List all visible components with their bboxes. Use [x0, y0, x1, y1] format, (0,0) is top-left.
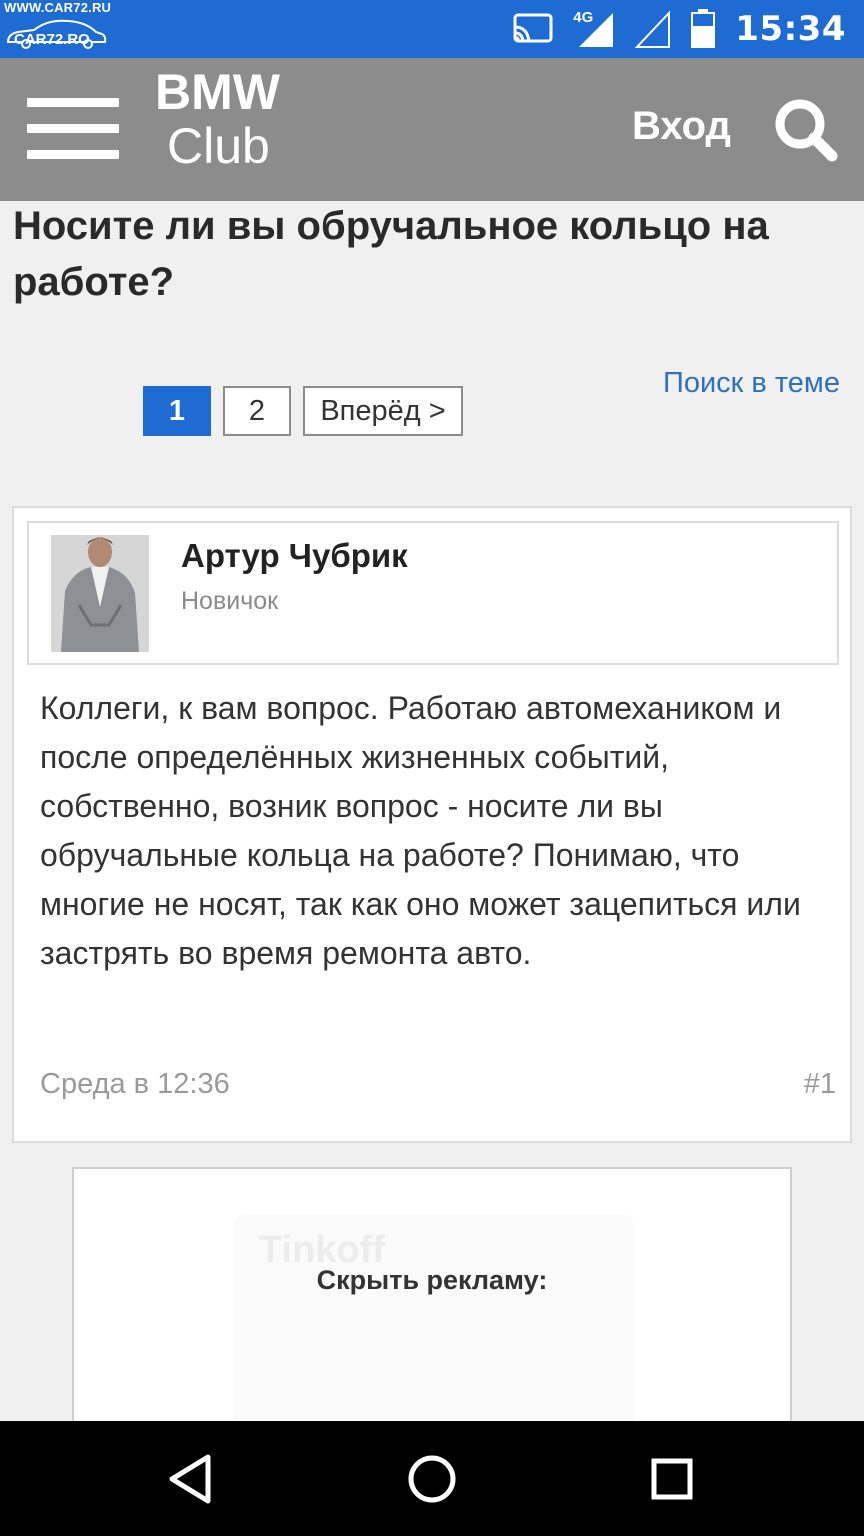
topic-title: Носите ли вы обручальное кольцо на работ…	[13, 204, 769, 304]
site-logo[interactable]: BMW Club	[155, 67, 280, 171]
clock: 15:34	[735, 9, 846, 49]
hide-ad-button[interactable]: Скрыть рекламу:	[74, 1265, 790, 1296]
menu-icon	[27, 98, 119, 107]
brand-line2: Club	[167, 118, 270, 174]
signal-empty-icon	[635, 10, 671, 48]
watermark-logo: CAR72.RO	[14, 31, 90, 48]
author-name[interactable]: Артур Чубрик	[181, 537, 408, 575]
brand-line1: BMW	[155, 64, 280, 120]
menu-button[interactable]	[27, 98, 119, 160]
post-body: Коллеги, к вам вопрос. Работаю автомехан…	[40, 690, 801, 971]
watermark-url: WWW.CAR72.RU	[4, 0, 112, 15]
post-date: Среда в 12:36	[40, 1068, 230, 1100]
search-icon[interactable]	[774, 98, 838, 162]
ad-block[interactable]: Tinkoff Скрыть рекламу:	[72, 1167, 792, 1427]
page-1-button[interactable]: 1	[143, 386, 211, 436]
post: Артур Чубрик Новичок Коллеги, к вам вопр…	[12, 506, 852, 1143]
cast-icon	[513, 13, 553, 43]
home-icon[interactable]	[404, 1451, 460, 1507]
battery-icon	[691, 9, 716, 48]
post-number-link[interactable]: #1	[804, 1068, 836, 1101]
network-type: 4G	[573, 9, 594, 26]
status-icons: 4G 15:34	[513, 6, 846, 52]
author-rank: Новичок	[181, 587, 279, 615]
navigation-bar	[0, 1421, 864, 1536]
avatar[interactable]	[51, 535, 149, 652]
back-icon[interactable]	[164, 1451, 220, 1507]
page-2-button[interactable]: 2	[223, 386, 291, 436]
pagination: 1 2 Вперёд >	[143, 386, 463, 436]
search-in-topic-link[interactable]: Поиск в теме	[663, 367, 840, 400]
login-button[interactable]: Вход	[632, 104, 731, 149]
status-bar: WWW.CAR72.RU CAR72.RO 4G 15:34	[0, 0, 864, 58]
avatar-image	[51, 535, 149, 652]
recents-icon[interactable]	[644, 1451, 700, 1507]
next-page-button[interactable]: Вперёд >	[303, 386, 463, 436]
author-card: Артур Чубрик Новичок	[27, 521, 839, 665]
signal-icon: 4G	[573, 9, 615, 49]
app-header	[0, 58, 864, 201]
